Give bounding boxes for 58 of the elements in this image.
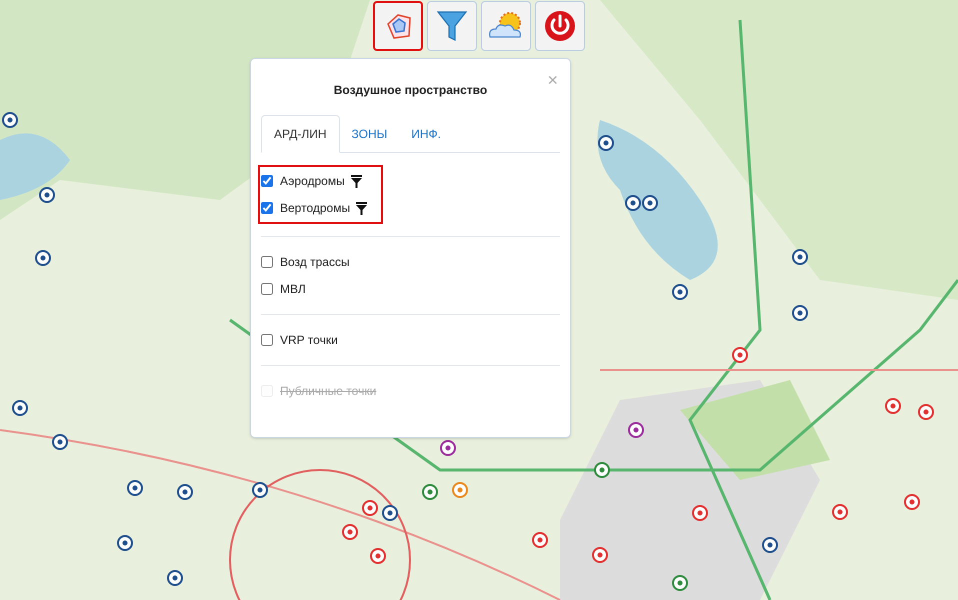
panel-title: Воздушное пространство: [334, 82, 488, 99]
toolbar-button[interactable]: [427, 1, 477, 51]
map-marker-icon[interactable]: [440, 440, 456, 456]
checkbox-label: Вертодромы: [280, 200, 350, 217]
map-marker-icon[interactable]: [252, 482, 268, 498]
checkbox-label: VRP точки: [280, 332, 338, 349]
map-marker-icon[interactable]: [177, 484, 193, 500]
map-marker-icon[interactable]: [342, 524, 358, 540]
checkbox[interactable]: [261, 202, 273, 214]
map-marker-icon[interactable]: [167, 570, 183, 586]
map-marker-icon[interactable]: [918, 404, 934, 420]
map-marker-icon[interactable]: [127, 480, 143, 496]
map-marker-icon[interactable]: [642, 195, 658, 211]
map-marker-icon[interactable]: [692, 505, 708, 521]
map-marker-icon[interactable]: [382, 505, 398, 521]
map-marker-icon[interactable]: [362, 500, 378, 516]
map-marker-icon[interactable]: [2, 112, 18, 128]
tab[interactable]: ИНФ.: [399, 115, 453, 152]
toolbar-button[interactable]: [373, 1, 423, 51]
map-marker-icon[interactable]: [628, 422, 644, 438]
map-marker-icon[interactable]: [452, 482, 468, 498]
map-marker-icon[interactable]: [904, 494, 920, 510]
map-marker-icon[interactable]: [672, 284, 688, 300]
map-marker-icon[interactable]: [52, 434, 68, 450]
map-marker-icon[interactable]: [762, 537, 778, 553]
map-marker-icon[interactable]: [594, 462, 610, 478]
map-marker-icon[interactable]: [35, 250, 51, 266]
tab[interactable]: АРД-ЛИН: [261, 115, 340, 153]
map-marker-icon[interactable]: [422, 484, 438, 500]
map-marker-icon[interactable]: [370, 548, 386, 564]
map-marker-icon[interactable]: [832, 504, 848, 520]
map-marker-icon[interactable]: [12, 400, 28, 416]
checkbox[interactable]: [261, 256, 273, 268]
checkbox[interactable]: [261, 283, 273, 295]
filter-icon[interactable]: [350, 174, 362, 188]
map-marker-icon[interactable]: [792, 305, 808, 321]
map-marker-icon[interactable]: [672, 575, 688, 591]
checkbox-label: Аэродромы: [280, 173, 345, 190]
filter-icon[interactable]: [356, 202, 368, 214]
map-marker-icon[interactable]: [732, 347, 748, 363]
map-marker-icon[interactable]: [885, 398, 901, 414]
map-marker-icon[interactable]: [117, 535, 133, 551]
checkbox[interactable]: [261, 334, 273, 346]
checkbox-label: Возд трассы: [280, 254, 350, 271]
checkbox[interactable]: [261, 175, 273, 187]
map-marker-icon[interactable]: [532, 532, 548, 548]
checkbox-label: Публичные точки: [280, 383, 376, 400]
power-icon: [543, 9, 577, 43]
map-marker-icon[interactable]: [792, 249, 808, 265]
funnel-icon: [436, 9, 468, 43]
map-marker-icon[interactable]: [592, 547, 608, 563]
map-marker-icon[interactable]: [598, 135, 614, 151]
toolbar-button[interactable]: [535, 1, 585, 51]
map-marker-icon[interactable]: [39, 187, 55, 203]
checkbox-label: МВЛ: [280, 281, 306, 298]
tab[interactable]: ЗОНЫ: [340, 115, 400, 152]
map-marker-icon[interactable]: [625, 195, 641, 211]
toolbar-button[interactable]: [481, 1, 531, 51]
